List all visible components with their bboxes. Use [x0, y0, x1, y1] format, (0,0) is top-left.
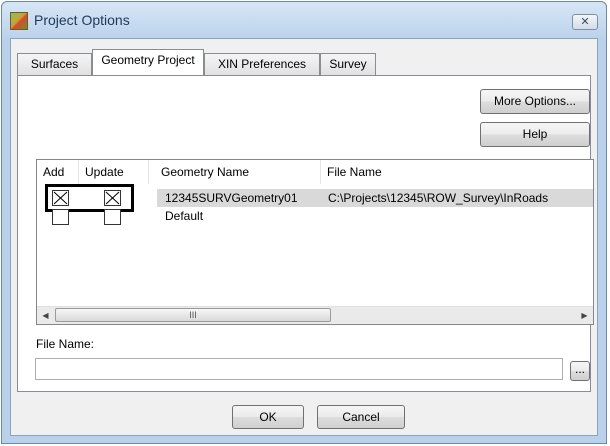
tab-survey[interactable]: Survey — [320, 53, 376, 75]
browse-button[interactable]: ... — [570, 361, 590, 381]
app-icon — [10, 12, 28, 30]
row-2-geometry-name[interactable]: Default — [165, 207, 203, 225]
checkbox-highlight-frame — [45, 184, 134, 212]
column-header-file-name[interactable]: File Name — [321, 160, 593, 184]
cancel-button[interactable]: Cancel — [317, 405, 405, 429]
ok-button[interactable]: OK — [232, 405, 304, 429]
file-name-label: File Name: — [36, 337, 95, 351]
row-2-add-checkbox[interactable] — [52, 209, 69, 225]
geometry-projects-list[interactable]: Add Update Geometry Name File Name 12345… — [36, 159, 594, 325]
scroll-left-icon[interactable]: ◀ — [37, 307, 54, 324]
scroll-right-icon[interactable]: ▶ — [576, 307, 593, 324]
help-button[interactable]: Help — [480, 122, 590, 147]
tab-xin-preferences[interactable]: XIN Preferences — [204, 53, 320, 75]
column-header-update[interactable]: Update — [79, 160, 149, 184]
window-title: Project Options — [34, 12, 130, 28]
title-bar[interactable]: Project Options ✕ — [2, 2, 606, 38]
file-name-field[interactable] — [35, 358, 563, 380]
row-1-file-name[interactable]: C:\Projects\12345\ROW_Survey\InRoads — [328, 189, 548, 207]
column-header-add[interactable]: Add — [37, 160, 79, 184]
row-1-geometry-name[interactable]: 12345SURVGeometry01 — [165, 189, 298, 207]
column-header-geometry-name[interactable]: Geometry Name — [155, 160, 321, 184]
tab-geometry-project[interactable]: Geometry Project — [92, 49, 204, 75]
scroll-thumb[interactable]: III — [55, 308, 331, 322]
more-options-button[interactable]: More Options... — [480, 89, 590, 114]
row-2-update-checkbox[interactable] — [104, 209, 121, 225]
tab-surfaces[interactable]: Surfaces — [17, 53, 92, 75]
close-button[interactable]: ✕ — [572, 14, 598, 30]
horizontal-scrollbar[interactable]: ◀ III ▶ — [37, 306, 593, 324]
